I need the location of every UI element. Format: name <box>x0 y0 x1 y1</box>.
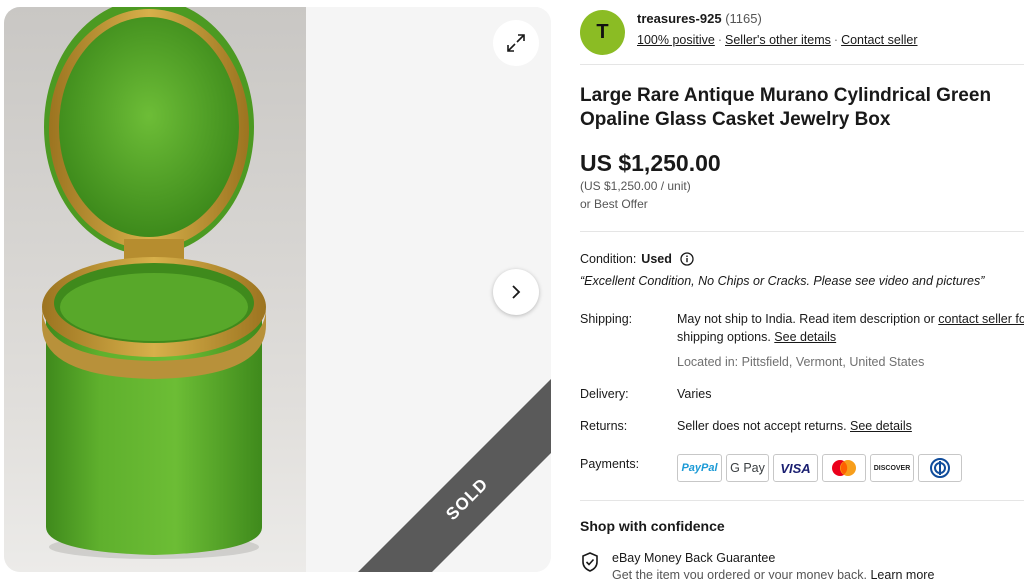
seller-links: 100% positive · Seller's other items · Conta… <box>637 33 918 47</box>
product-photo <box>42 7 266 559</box>
shipping-line-2: shipping options. See details <box>677 330 837 344</box>
condition-row: Condition: Used <box>580 252 694 266</box>
listing-title: Large Rare Antique Murano Cylindrical Gr… <box>580 85 992 130</box>
condition-label: Condition: <box>580 252 637 266</box>
seller-avatar[interactable]: T <box>580 10 625 55</box>
shipping-see-details-link[interactable]: See details <box>774 330 836 344</box>
divider <box>580 64 1024 65</box>
lid-inner <box>59 17 239 237</box>
google-pay-icon: G Pay <box>726 454 769 482</box>
seller-name-line: treasures-925 (1165) <box>637 11 762 26</box>
hinge <box>124 239 184 259</box>
seller-feedback-count: (1165) <box>725 11 762 26</box>
shipping-line-1: May not ship to India. Read item descrip… <box>677 312 1024 326</box>
contact-seller-shipping-link[interactable]: contact seller for <box>938 312 1024 326</box>
returns-label: Returns: <box>580 419 628 433</box>
avatar-initial: T <box>596 21 609 43</box>
contact-seller-link[interactable]: Contact seller <box>841 33 917 47</box>
delivery-label: Delivery: <box>580 387 629 401</box>
unit-price: (US $1,250.00 / unit) <box>580 179 691 193</box>
shield-check-icon <box>582 552 598 572</box>
diners-club-icon <box>918 454 962 482</box>
divider <box>580 500 1024 501</box>
next-image-button[interactable] <box>493 269 539 315</box>
returns-value: Seller does not accept returns. See deta… <box>677 419 912 433</box>
learn-more-link[interactable]: Learn more <box>870 568 934 579</box>
returns-see-details-link[interactable]: See details <box>850 419 912 433</box>
box-inside <box>60 273 248 341</box>
seller-info: T treasures-925 (1165) 100% positive · Sel… <box>580 8 1024 56</box>
mastercard-icon <box>822 454 866 482</box>
condition-description: “Excellent Condition, No Chips or Cracks… <box>580 274 985 288</box>
payments-label: Payments: <box>580 457 640 471</box>
item-location: Located in: Pittsfield, Vermont, United … <box>677 355 925 369</box>
expand-arrows-icon <box>507 34 525 52</box>
shipping-label: Shipping: <box>580 312 633 326</box>
expand-image-button[interactable] <box>493 20 539 66</box>
paypal-icon: PayPal <box>677 454 722 482</box>
shop-with-confidence-heading: Shop with confidence <box>580 518 725 534</box>
listing-price: US $1,250.00 <box>580 150 721 176</box>
chevron-right-icon <box>512 285 521 299</box>
seller-name-link[interactable]: treasures-925 <box>637 11 722 26</box>
positive-feedback-link[interactable]: 100% positive <box>637 33 715 47</box>
divider <box>580 231 1024 232</box>
visa-icon: VISA <box>773 454 818 482</box>
discover-icon: DISCOVER <box>870 454 914 482</box>
payment-methods: PayPal G Pay VISA DISCOVER <box>677 454 962 482</box>
image-gallery[interactable]: SOLD <box>4 7 551 572</box>
money-back-guarantee-title: eBay Money Back Guarantee <box>612 551 776 565</box>
seller-other-items-link[interactable]: Seller's other items <box>725 33 831 47</box>
best-offer-text: or Best Offer <box>580 197 648 211</box>
info-icon[interactable] <box>680 252 694 266</box>
condition-value: Used <box>641 252 672 266</box>
money-back-guarantee-desc: Get the item you ordered or your money b… <box>612 568 934 579</box>
delivery-value: Varies <box>677 387 712 401</box>
